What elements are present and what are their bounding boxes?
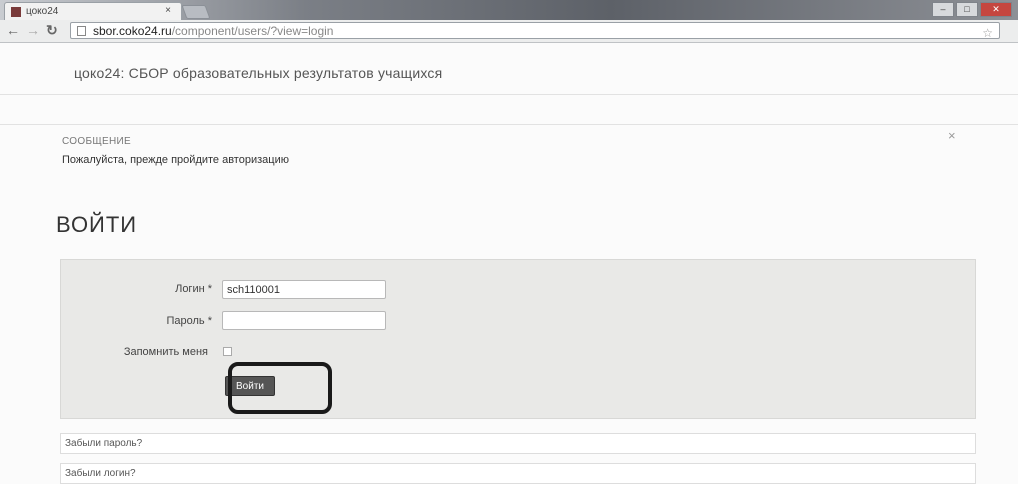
new-tab-button[interactable] — [181, 5, 211, 19]
content-divider — [0, 124, 1018, 125]
tab-close-icon[interactable]: × — [165, 5, 171, 16]
back-arrow-icon[interactable]: ← — [6, 22, 20, 38]
url-path: /component/users/?view=login — [171, 24, 334, 38]
maximize-button[interactable]: □ — [956, 2, 978, 17]
browser-toolbar: ← → ↻ sbor.coko24.ru/component/users/?vi… — [0, 20, 1018, 43]
reload-icon[interactable]: ↻ — [46, 22, 58, 39]
window-controls: – □ ✕ — [932, 2, 1012, 17]
window-close-button[interactable]: ✕ — [980, 2, 1012, 17]
message-heading: СООБЩЕНИЕ — [62, 136, 131, 147]
tab-title: цоко24 — [26, 6, 59, 17]
username-input[interactable] — [222, 280, 386, 299]
browser-tab[interactable]: цоко24 × — [4, 2, 182, 20]
address-bar[interactable]: sbor.coko24.ru/component/users/?view=log… — [70, 22, 1000, 42]
url-host: sbor.coko24.ru — [93, 24, 172, 38]
minimize-button[interactable]: – — [932, 2, 954, 17]
password-label: Пароль * — [166, 315, 212, 327]
password-input[interactable] — [222, 311, 386, 330]
page-icon — [77, 26, 86, 36]
forgot-password-link[interactable]: Забыли пароль? — [60, 433, 976, 454]
remember-me-label: Запомнить меня — [123, 346, 208, 358]
header-divider — [0, 94, 1018, 95]
highlight-annotation — [228, 362, 332, 414]
forgot-login-link[interactable]: Забыли логин? — [60, 463, 976, 484]
forward-arrow-icon[interactable]: → — [26, 22, 40, 38]
username-label: Логин * — [175, 283, 212, 295]
message-text: Пожалуйста, прежде пройдите авторизацию — [62, 154, 289, 166]
remember-me-checkbox[interactable] — [223, 347, 232, 356]
site-favicon-icon — [11, 6, 21, 17]
message-close-icon[interactable]: × — [948, 128, 956, 143]
site-title[interactable]: цоко24: СБОР образовательных результатов… — [74, 65, 442, 81]
page-title: ВОЙТИ — [56, 212, 138, 237]
bookmark-star-icon[interactable]: ☆ — [982, 25, 993, 42]
window-titlebar: цоко24 × – □ ✕ — [0, 0, 1018, 20]
